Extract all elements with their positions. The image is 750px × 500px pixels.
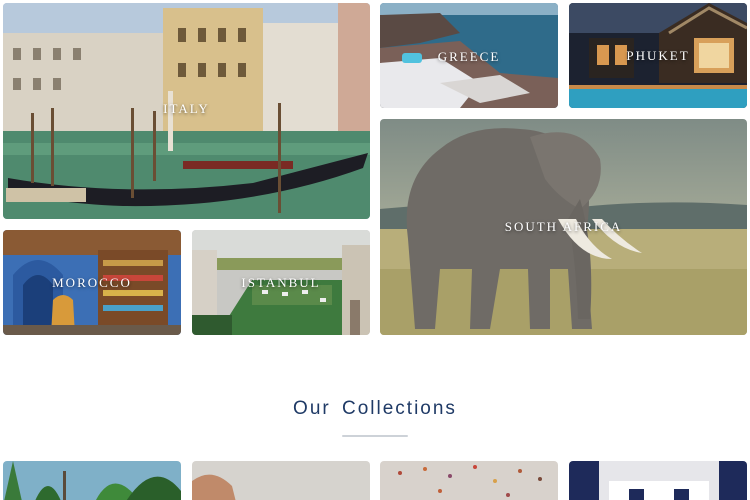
hand-gesture-image: [192, 461, 370, 500]
destination-tile-phuket[interactable]: PHUKET: [569, 3, 747, 108]
destination-tile-morocco[interactable]: MOROCCO: [3, 230, 181, 335]
destination-label: SOUTH AFRICA: [504, 219, 623, 234]
destination-label: MOROCCO: [52, 274, 132, 290]
destination-tile-istanbul[interactable]: ISTANBUL: [192, 230, 370, 335]
destination-label: ITALY: [163, 101, 210, 116]
collection-card-4[interactable]: [569, 461, 747, 500]
destination-label: ISTANBUL: [241, 274, 321, 290]
collection-card-1[interactable]: [3, 461, 181, 500]
destination-label: PHUKET: [626, 47, 690, 63]
destination-tile-greece[interactable]: GREECE: [380, 3, 558, 108]
section-title: Our Collections: [293, 398, 457, 419]
destination-tile-south-africa[interactable]: SOUTH AFRICA: [380, 119, 747, 335]
collection-card-2[interactable]: [192, 461, 370, 500]
collection-card-3[interactable]: [380, 461, 558, 500]
palm-jungle-image: [3, 461, 181, 500]
interior-room-image: [569, 461, 747, 500]
destination-tile-italy[interactable]: ITALY: [3, 3, 370, 219]
destination-label: GREECE: [437, 48, 501, 64]
hot-air-balloons-image: [380, 461, 558, 500]
section-divider: [342, 435, 408, 437]
